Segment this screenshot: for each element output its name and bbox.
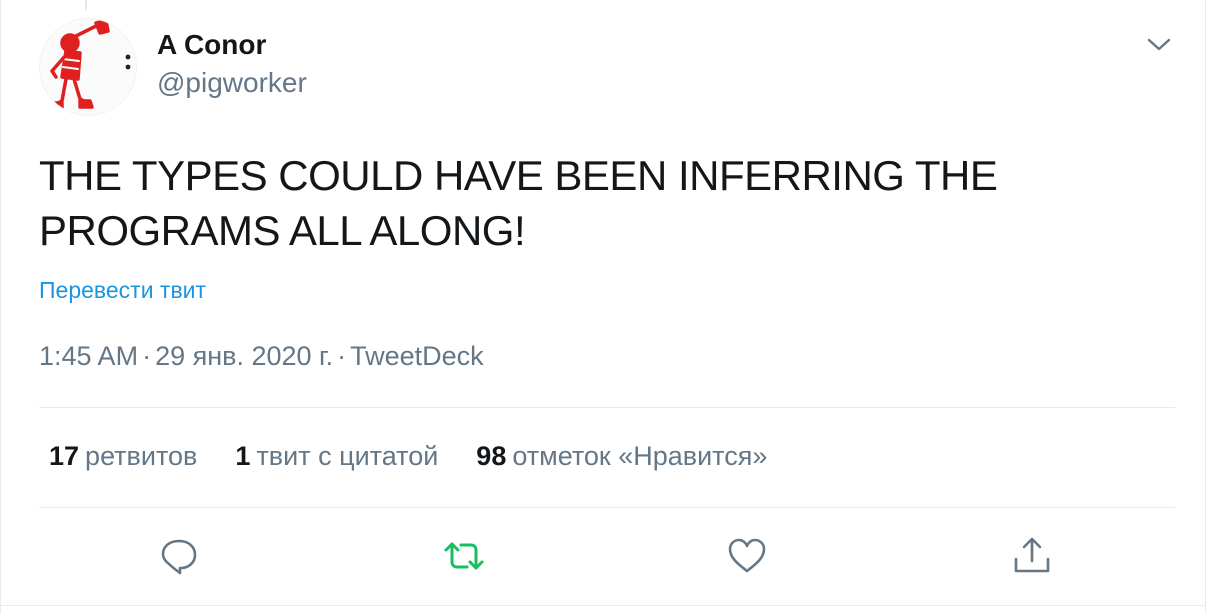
- thread-connector: [85, 0, 87, 10]
- meta-separator: ·: [337, 341, 347, 371]
- quotes-label: твит с цитатой: [256, 441, 439, 471]
- user-handle[interactable]: @pigworker: [157, 67, 307, 99]
- likes-count: 98: [476, 441, 507, 471]
- heart-icon: [728, 538, 766, 573]
- reply-icon: [161, 539, 197, 575]
- tweet-text: THE TYPES COULD HAVE BEEN INFERRING THE …: [39, 152, 998, 254]
- display-name[interactable]: A Conor: [157, 29, 266, 61]
- pig-worker-avatar-icon: [48, 19, 131, 111]
- reply-button[interactable]: [158, 535, 200, 577]
- bottom-border: [1, 605, 1206, 606]
- share-button[interactable]: [1011, 535, 1053, 577]
- quotes-count: 1: [235, 441, 251, 471]
- like-button[interactable]: [726, 535, 768, 577]
- likes-label: отметок «Нравится»: [512, 441, 768, 471]
- share-icon: [1014, 537, 1050, 573]
- retweets-stat[interactable]: 17 ретвитов: [49, 441, 197, 472]
- tweet-metadata: 1:45 AM · 29 янв. 2020 г. · TweetDeck: [39, 341, 484, 372]
- meta-separator: ·: [142, 341, 152, 371]
- avatar[interactable]: [39, 18, 137, 116]
- translate-tweet-link[interactable]: Перевести твит: [39, 277, 206, 304]
- tweet-date[interactable]: 29 янв. 2020 г.: [155, 341, 333, 371]
- tweet-stats: 17 ретвитов 1 твит с цитатой 98 отметок «Нр…: [49, 441, 805, 472]
- retweets-count: 17: [49, 441, 80, 471]
- tweet-card: A Conor @pigworker THE TYPES COULD HAVE …: [0, 0, 1206, 614]
- tweet-time[interactable]: 1:45 AM: [39, 341, 138, 371]
- chevron-down-icon[interactable]: [1145, 30, 1173, 58]
- retweets-label: ретвитов: [85, 441, 198, 471]
- divider: [39, 507, 1175, 508]
- tweet-source[interactable]: TweetDeck: [350, 341, 484, 371]
- retweet-button[interactable]: [443, 535, 485, 577]
- retweet-icon: [444, 542, 484, 570]
- likes-stat[interactable]: 98 отметок «Нравится»: [476, 441, 767, 472]
- quotes-stat[interactable]: 1 твит с цитатой: [235, 441, 438, 472]
- divider: [39, 407, 1175, 408]
